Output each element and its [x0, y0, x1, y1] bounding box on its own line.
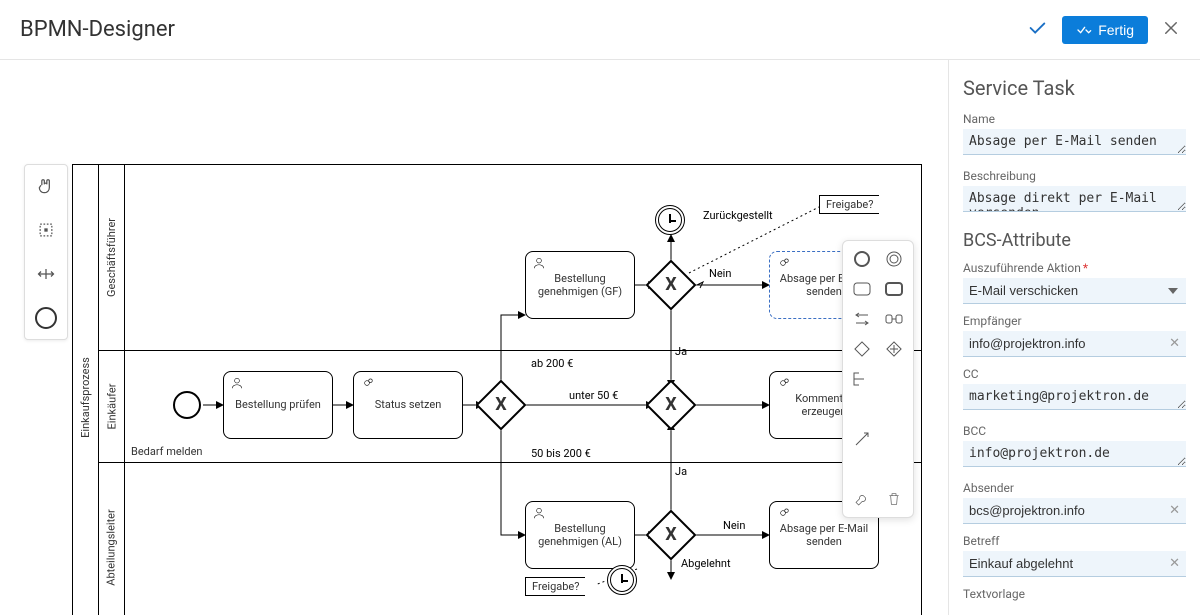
tool-palette [24, 164, 68, 340]
service-task-icon [776, 506, 790, 523]
edge-label-ja-gf: Ja [675, 345, 687, 358]
task-genehmigen-al[interactable]: Bestellung genehmigen (AL) [525, 501, 635, 569]
to-input[interactable] [963, 331, 1186, 357]
subj-label: Betreff [963, 534, 1186, 548]
desc-input[interactable]: Absage direkt per E-Mail versenden [963, 186, 1186, 212]
edge-label-abgelehnt: Abgelehnt [681, 557, 731, 570]
ctx-annotation-icon[interactable] [849, 367, 875, 391]
to-clear-icon[interactable]: ✕ [1169, 336, 1180, 351]
ctx-end-event-icon[interactable] [849, 247, 875, 271]
done-button-label: Fertig [1098, 22, 1134, 38]
user-task-icon [230, 376, 244, 393]
name-label: Name [963, 112, 1186, 126]
tmpl-label: Textvorlage [963, 587, 1186, 601]
bcc-label: BCC [963, 424, 1186, 438]
subj-clear-icon[interactable]: ✕ [1169, 556, 1180, 571]
action-label: Auszuführende Aktion [963, 261, 1186, 275]
lane-gf-title: Geschäftsführer [99, 165, 125, 350]
section-bcs: BCS-Attribute [963, 230, 1186, 251]
bcc-input[interactable]: info@projektron.de [963, 441, 1186, 467]
service-task-icon [360, 376, 374, 393]
hand-tool-icon[interactable] [31, 171, 61, 201]
cc-input[interactable]: marketing@projektron.de [963, 384, 1186, 410]
start-event-tool-icon[interactable] [31, 303, 61, 333]
cc-label: CC [963, 367, 1186, 381]
diagram-canvas[interactable]: Einkaufsprozess Geschäftsführer Einkäufe… [0, 60, 948, 615]
edge-label-50bis200: 50 bis 200 € [531, 447, 591, 460]
edge-label-ab200: ab 200 € [531, 357, 573, 370]
edge-label-nein-gf: Nein [709, 267, 731, 280]
task-status-setzen[interactable]: Status setzen [353, 371, 463, 439]
bpmn-pool[interactable]: Einkaufsprozess Geschäftsführer Einkäufe… [72, 164, 922, 615]
ctx-wrench-icon[interactable] [849, 487, 875, 511]
to-label: Empfänger [963, 314, 1186, 328]
ctx-intermediate-event-icon[interactable] [881, 247, 907, 271]
from-input[interactable] [963, 498, 1186, 524]
task-bestellung-pruefen[interactable]: Bestellung prüfen [223, 371, 333, 439]
panel-title: Service Task [963, 76, 1186, 100]
from-label: Absender [963, 481, 1186, 495]
from-clear-icon[interactable]: ✕ [1169, 503, 1180, 518]
properties-panel: Service Task Name Absage per E-Mail send… [948, 60, 1200, 615]
done-button[interactable]: Fertig [1062, 16, 1148, 44]
ctx-task-icon[interactable] [849, 277, 875, 301]
timer-event-top[interactable] [655, 205, 685, 235]
service-task-icon [776, 256, 790, 273]
desc-label: Beschreibung [963, 169, 1186, 183]
user-task-icon [532, 506, 546, 523]
close-button[interactable] [1162, 19, 1180, 40]
edge-label-zurueck: Zurückgestellt [703, 209, 773, 222]
action-select[interactable]: E-Mail verschicken [963, 278, 1186, 304]
task-genehmigen-gf[interactable]: Bestellung genehmigen (GF) [525, 251, 635, 319]
subj-input[interactable] [963, 551, 1186, 577]
ctx-append-icon[interactable] [881, 307, 907, 331]
user-task-icon [532, 256, 546, 273]
ctx-trash-icon[interactable] [881, 487, 907, 511]
context-pad [842, 240, 914, 518]
service-task-icon [776, 376, 790, 393]
ctx-gateway-icon[interactable] [881, 337, 907, 361]
ctx-connect-icon[interactable] [849, 427, 875, 451]
ctx-replace-icon[interactable] [849, 307, 875, 331]
edge-label-ja-al: Ja [675, 465, 687, 478]
name-input[interactable]: Absage per E-Mail senden [963, 129, 1186, 155]
annotation-freigabe-top[interactable]: Freigabe? [819, 195, 879, 214]
ctx-gateway-xor-icon[interactable] [849, 337, 875, 361]
app-title: BPMN-Designer [20, 17, 175, 42]
lane-einkaeufer-title: Einkäufer [99, 351, 125, 462]
pool-title[interactable]: Einkaufsprozess [73, 165, 99, 615]
timer-event-bottom[interactable] [607, 565, 637, 595]
lane-hint: Bedarf melden [131, 445, 203, 458]
space-tool-icon[interactable] [31, 259, 61, 289]
ctx-callactivity-icon[interactable] [881, 277, 907, 301]
lasso-tool-icon[interactable] [31, 215, 61, 245]
apply-icon[interactable] [1026, 17, 1048, 43]
app-header: BPMN-Designer Fertig [0, 0, 1200, 60]
edge-label-unter50: unter 50 € [569, 389, 618, 402]
lane-al-title: Abteilungsleiter [99, 463, 125, 615]
start-event[interactable] [173, 391, 201, 419]
annotation-freigabe-bottom[interactable]: Freigabe? [525, 577, 585, 596]
edge-label-nein-al: Nein [723, 519, 745, 532]
